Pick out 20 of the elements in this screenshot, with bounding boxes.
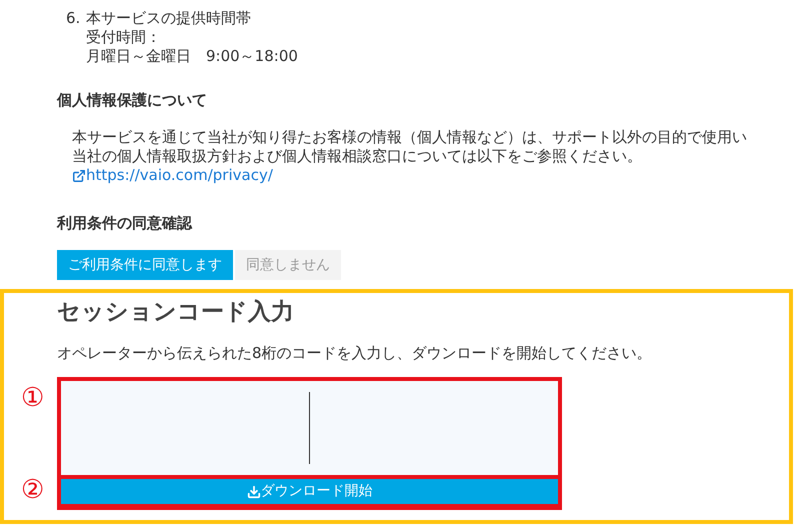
- section-heading: 個人情報保護について: [57, 91, 208, 110]
- annotation-number: ①: [21, 383, 44, 413]
- hours-label: 受付時間：: [86, 28, 162, 47]
- privacy-text: 本サービスを通じて当社が知り得たお客様の情報（個人情報など）は、サポート以外の目的で使用い: [72, 128, 748, 147]
- annotation-number: ②: [21, 475, 44, 505]
- disagree-button[interactable]: 同意しません: [235, 250, 341, 280]
- privacy-text: 当社の個人情報取扱方針および個人情報相談窓口については以下をご参照ください。: [72, 147, 643, 166]
- section-heading: 利用条件の同意確認: [57, 214, 194, 233]
- agree-button[interactable]: ご利用条件に同意します: [57, 250, 233, 280]
- code-input-field[interactable]: [61, 381, 558, 475]
- instruction-text: オペレーターから伝えられた8桁のコードを入力し、ダウンロードを開始してください。: [57, 344, 653, 363]
- section-title: セッションコード入力: [57, 298, 295, 327]
- list-item-title: 本サービスの提供時間帯: [86, 9, 252, 28]
- download-button[interactable]: ダウンロード開始: [61, 479, 558, 504]
- list-number: 6.: [66, 9, 82, 29]
- download-icon: [246, 484, 260, 498]
- text-cursor: [309, 392, 310, 464]
- hours-text: 月曜日～金曜日 9:00～18:00: [86, 47, 298, 66]
- privacy-link[interactable]: https://vaio.com/privacy/: [72, 166, 273, 185]
- external-link-icon: [72, 168, 86, 182]
